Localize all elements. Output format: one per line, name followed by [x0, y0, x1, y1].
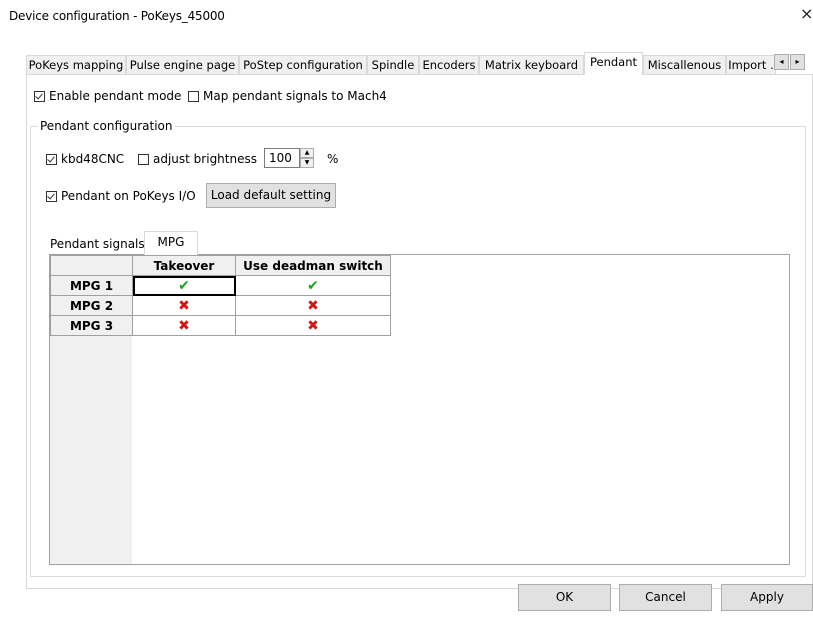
- tab-encoders[interactable]: Encoders: [419, 55, 479, 74]
- tab-pokeys-mapping[interactable]: PoKeys mapping: [26, 55, 126, 74]
- brightness-input[interactable]: 100: [264, 148, 300, 168]
- checkbox-unchecked-icon: [188, 90, 199, 102]
- load-default-setting-button[interactable]: Load default setting: [206, 183, 336, 208]
- kbd48cnc-checkbox[interactable]: kbd48CNC: [46, 152, 124, 166]
- tab-postep-configuration[interactable]: PoStep configuration: [239, 55, 367, 74]
- table-row: MPG 3 ✖ ✖: [50, 315, 391, 336]
- tab-import[interactable]: Import .: [726, 55, 776, 74]
- checkbox-unchecked-icon: [138, 153, 149, 165]
- checkbox-checked-icon: [46, 153, 57, 165]
- table-header-row: Takeover Use deadman switch: [50, 255, 391, 276]
- close-icon[interactable]: ×: [800, 5, 813, 23]
- tab-mpg[interactable]: MPG: [144, 231, 198, 255]
- enable-pendant-mode-checkbox[interactable]: Enable pendant mode: [34, 89, 181, 103]
- brightness-spinner[interactable]: ▲ ▼: [300, 148, 314, 168]
- check-icon: ✔: [178, 277, 190, 294]
- pendant-on-pokeys-io-checkbox[interactable]: Pendant on PoKeys I/O: [46, 189, 196, 203]
- spin-up-icon[interactable]: ▲: [300, 148, 314, 158]
- row-header-mpg1: MPG 1: [50, 275, 133, 296]
- map-pendant-signals-label: Map pendant signals to Mach4: [203, 89, 387, 103]
- corner-cell: [50, 255, 133, 276]
- checkbox-checked-icon: [46, 190, 57, 202]
- tab-pulse-engine-page[interactable]: Pulse engine page: [126, 55, 239, 74]
- mpg-table: Takeover Use deadman switch MPG 1 ✔ ✔ MP…: [50, 255, 391, 336]
- tab-miscallenous[interactable]: Miscallenous: [643, 55, 726, 74]
- adjust-brightness-label: adjust brightness: [153, 152, 257, 166]
- mpg3-deadman-cell[interactable]: ✖: [235, 315, 391, 336]
- mpg1-deadman-cell[interactable]: ✔: [235, 275, 391, 296]
- mpg2-takeover-cell[interactable]: ✖: [132, 295, 236, 316]
- mpg3-takeover-cell[interactable]: ✖: [132, 315, 236, 336]
- mpg2-deadman-cell[interactable]: ✖: [235, 295, 391, 316]
- cross-icon: ✖: [178, 317, 190, 334]
- mpg1-takeover-cell[interactable]: ✔: [132, 275, 236, 296]
- cancel-button[interactable]: Cancel: [619, 584, 712, 611]
- pendant-configuration-label: Pendant configuration: [38, 119, 175, 133]
- enable-pendant-mode-label: Enable pendant mode: [49, 89, 182, 103]
- column-header-takeover: Takeover: [132, 255, 236, 276]
- adjust-brightness-checkbox[interactable]: adjust brightness: [138, 152, 257, 166]
- tab-pendant-signals[interactable]: Pendant signals: [50, 234, 145, 254]
- tab-spindle[interactable]: Spindle: [367, 55, 419, 74]
- map-pendant-signals-checkbox[interactable]: Map pendant signals to Mach4: [188, 89, 387, 103]
- pendant-on-pokeys-io-label: Pendant on PoKeys I/O: [61, 189, 196, 203]
- tab-strip: PoKeys mapping Pulse engine page PoStep …: [26, 52, 813, 75]
- checkbox-checked-icon: [34, 90, 45, 102]
- cross-icon: ✖: [307, 317, 319, 334]
- kbd48cnc-label: kbd48CNC: [61, 152, 125, 166]
- row-header-mpg2: MPG 2: [50, 295, 133, 316]
- spin-down-icon[interactable]: ▼: [300, 158, 314, 168]
- tab-pendant[interactable]: Pendant: [584, 52, 643, 75]
- ok-button[interactable]: OK: [518, 584, 611, 611]
- column-header-deadman: Use deadman switch: [235, 255, 391, 276]
- table-row: MPG 1 ✔ ✔: [50, 275, 391, 296]
- check-icon: ✔: [307, 277, 319, 294]
- row-header-mpg3: MPG 3: [50, 315, 133, 336]
- apply-button[interactable]: Apply: [721, 584, 813, 611]
- window-title: Device configuration - PoKeys_45000: [9, 9, 225, 23]
- brightness-unit: %: [327, 152, 339, 166]
- cross-icon: ✖: [178, 297, 190, 314]
- tab-scroll-left-icon[interactable]: ◂: [774, 54, 789, 70]
- cross-icon: ✖: [307, 297, 319, 314]
- table-row: MPG 2 ✖ ✖: [50, 295, 391, 316]
- tab-matrix-keyboard[interactable]: Matrix keyboard: [479, 55, 584, 74]
- tab-scroll-right-icon[interactable]: ▸: [790, 54, 805, 70]
